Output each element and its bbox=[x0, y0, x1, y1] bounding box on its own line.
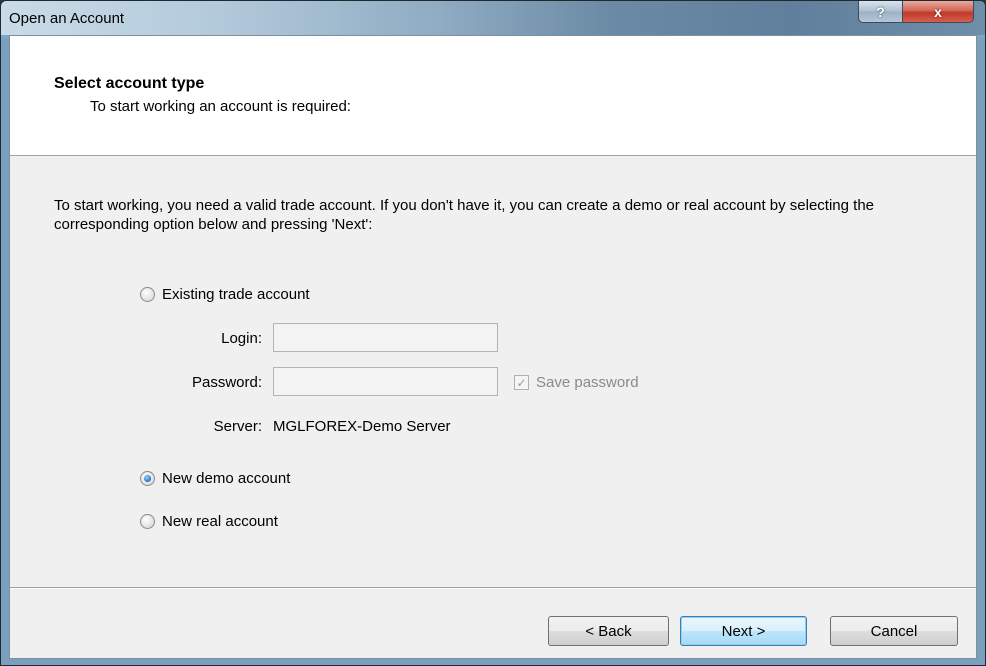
footer-divider bbox=[10, 587, 976, 589]
back-button[interactable]: < Back bbox=[548, 616, 669, 646]
help-icon: ? bbox=[876, 3, 885, 20]
title-bar[interactable]: Open an Account ? x bbox=[1, 1, 985, 35]
password-label: Password: bbox=[191, 374, 262, 391]
dialog-body: Select account type To start working an … bbox=[9, 35, 977, 659]
close-button[interactable]: x bbox=[902, 1, 974, 23]
save-password-checkbox[interactable]: ✓ Save password bbox=[514, 374, 639, 391]
radio-existing-account[interactable]: Existing trade account bbox=[140, 286, 310, 303]
server-label: Server: bbox=[213, 418, 262, 435]
intro-text: To start working, you need a valid trade… bbox=[54, 197, 875, 233]
radio-real-label: New real account bbox=[162, 513, 278, 530]
next-button[interactable]: Next > bbox=[680, 616, 807, 646]
login-label: Login: bbox=[221, 330, 262, 347]
checkmark-icon[interactable]: ✓ bbox=[514, 375, 529, 390]
server-value: MGLFOREX-Demo Server bbox=[273, 418, 451, 435]
window-title: Open an Account bbox=[9, 10, 125, 27]
radio-real-account[interactable]: New real account bbox=[140, 513, 278, 530]
radio-existing-indicator[interactable] bbox=[140, 287, 155, 302]
radio-demo-indicator[interactable] bbox=[140, 471, 155, 486]
login-field[interactable] bbox=[273, 323, 498, 352]
radio-demo-label: New demo account bbox=[162, 470, 291, 487]
radio-demo-account[interactable]: New demo account bbox=[140, 470, 290, 487]
close-icon: x bbox=[934, 3, 942, 20]
cancel-button[interactable]: Cancel bbox=[830, 616, 958, 646]
help-button[interactable]: ? bbox=[858, 1, 903, 23]
radio-existing-label: Existing trade account bbox=[162, 286, 310, 303]
wizard-header: Select account type To start working an … bbox=[10, 36, 976, 156]
password-field[interactable] bbox=[273, 367, 498, 396]
save-password-label: Save password bbox=[536, 374, 639, 391]
page-subtitle: To start working an account is required: bbox=[90, 98, 351, 115]
page-title: Select account type bbox=[54, 75, 205, 92]
radio-real-indicator[interactable] bbox=[140, 514, 155, 529]
open-account-dialog: Open an Account ? x Select account type … bbox=[0, 0, 986, 666]
